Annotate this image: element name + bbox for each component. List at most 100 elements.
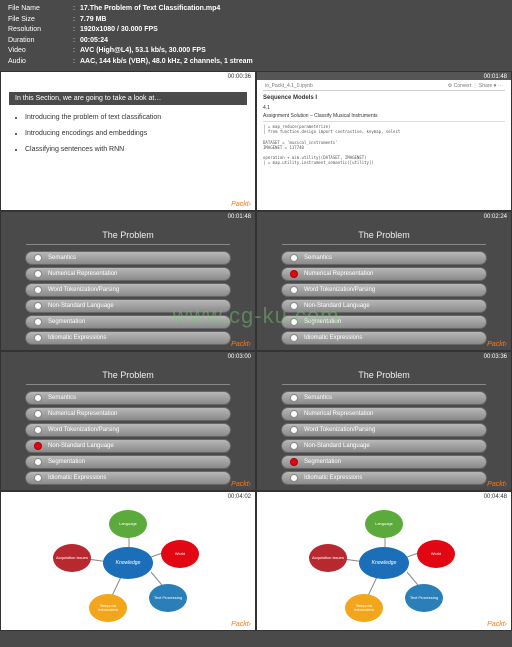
diagram-node: Temporal Information: [89, 594, 127, 622]
pill-label: Non-Standard Language: [48, 443, 114, 449]
pill-item: Numerical Representation: [25, 407, 231, 421]
pill-item: Word Tokenization/Parsing: [281, 423, 487, 437]
pill-item: Semantics: [281, 251, 487, 265]
pill-label: Word Tokenization/Parsing: [48, 287, 119, 293]
publisher-logo: Packt›: [487, 621, 507, 628]
diagram-node: Acquisition Issues: [309, 544, 347, 572]
pill-label: Word Tokenization/Parsing: [304, 427, 375, 433]
code-cell: | = map_reduce(parameterize) | from func…: [263, 124, 505, 166]
timestamp: 00:00:36: [228, 74, 251, 80]
pill-label: Idiomatic Expressions: [48, 475, 106, 481]
media-info-header: File Name:17.The Problem of Text Classif…: [0, 0, 512, 71]
timestamp: 00:02:24: [484, 214, 507, 220]
pill-label: Semantics: [48, 255, 76, 261]
pill-item: Non-Standard Language: [25, 439, 231, 453]
pill-label: Segmentation: [304, 459, 341, 465]
info-value: 00:05:24: [80, 36, 108, 47]
pill-item: Idiomatic Expressions: [281, 331, 487, 345]
pill-item: Non-Standard Language: [281, 299, 487, 313]
pill-label: Semantics: [304, 395, 332, 401]
pill-label: Numerical Representation: [304, 411, 373, 417]
pill-dot-icon: [34, 442, 42, 450]
pill-label: Idiomatic Expressions: [48, 335, 106, 341]
pill-label: Segmentation: [48, 459, 85, 465]
info-value: AAC, 144 kb/s (VBR), 48.0 kHz, 2 channel…: [80, 57, 253, 68]
info-label: Video: [8, 46, 68, 57]
bullet-list: Introducing the problem of text classifi…: [1, 111, 255, 157]
pill-dot-icon: [290, 318, 298, 326]
publisher-logo: Packt›: [487, 341, 507, 348]
pill-item: Segmentation: [25, 455, 231, 469]
info-value: 1920x1080 / 30.000 FPS: [80, 25, 158, 36]
publisher-logo: Packt›: [487, 481, 507, 488]
timestamp: 00:04:48: [484, 494, 507, 500]
slide-title: The Problem: [271, 230, 497, 240]
pill-item: Semantics: [25, 391, 231, 405]
pill-dot-icon: [34, 458, 42, 466]
pill-dot-icon: [34, 254, 42, 262]
bullet-item: Classifying sentences with RNN: [25, 143, 255, 157]
pill-dot-icon: [34, 318, 42, 326]
pill-item: Word Tokenization/Parsing: [281, 283, 487, 297]
timestamp: 00:04:02: [228, 494, 251, 500]
publisher-logo: Packt›: [231, 341, 251, 348]
pill-dot-icon: [34, 286, 42, 294]
thumbnail-6[interactable]: 00:03:36 The Problem SemanticsNumerical …: [256, 351, 512, 491]
pill-label: Idiomatic Expressions: [304, 475, 362, 481]
timestamp: 00:01:48: [228, 214, 251, 220]
bullet-item: Introducing encodings and embeddings: [25, 127, 255, 141]
pill-dot-icon: [290, 302, 298, 310]
pill-label: Semantics: [48, 395, 76, 401]
pill-dot-icon: [290, 442, 298, 450]
info-value: 17.The Problem of Text Classification.mp…: [80, 4, 220, 15]
thumbnail-4[interactable]: 00:02:24 The Problem Semantics Numerical …: [256, 211, 512, 351]
pill-item: Segmentation: [281, 315, 487, 329]
pill-item: Word Tokenization/Parsing: [25, 423, 231, 437]
pill-dot-icon: [290, 474, 298, 482]
diagram-node: Text Processing: [405, 584, 443, 612]
pill-label: Non-Standard Language: [48, 303, 114, 309]
diagram-node: World: [417, 540, 455, 568]
pill-dot-icon: [34, 334, 42, 342]
pill-dot-icon: [290, 458, 298, 466]
thumbnail-5[interactable]: 00:03:00 The Problem SemanticsNumerical …: [0, 351, 256, 491]
info-label: Duration: [8, 36, 68, 47]
slide-title: The Problem: [15, 370, 241, 380]
thumbnail-grid: 00:00:36 In this Section, we are going t…: [0, 71, 512, 631]
pill-label: Numerical Representation: [48, 271, 117, 277]
pill-dot-icon: [34, 270, 42, 278]
pill-item: Segmentation: [25, 315, 231, 329]
bullet-item: Introducing the problem of text classifi…: [25, 111, 255, 125]
diagram-node: Temporal Information: [345, 594, 383, 622]
pill-item: Non-Standard Language: [281, 439, 487, 453]
diagram-node: Acquisition Issues: [53, 544, 91, 572]
pill-label: Word Tokenization/Parsing: [48, 427, 119, 433]
notebook-subtitle: Assignment Solution – Classify Musical I…: [263, 113, 505, 119]
pill-dot-icon: [290, 254, 298, 262]
slide-title: The Problem: [271, 370, 497, 380]
center-node: Knowledge: [359, 547, 409, 579]
thumbnail-3[interactable]: 00:01:48 The Problem Semantics Numerical …: [0, 211, 256, 351]
thumbnail-2[interactable]: 00:01:48 io_Packt_4.1_0.ipynb⚙ Convert ⋮…: [256, 71, 512, 211]
pill-item: Semantics: [281, 391, 487, 405]
pill-label: Numerical Representation: [304, 271, 373, 277]
pill-dot-icon: [290, 426, 298, 434]
info-label: Audio: [8, 57, 68, 68]
pill-dot-icon: [34, 426, 42, 434]
pill-label: Non-Standard Language: [304, 443, 370, 449]
slide-title: The Problem: [15, 230, 241, 240]
notebook-section: 4.1: [263, 105, 505, 111]
pill-item: Idiomatic Expressions: [25, 471, 231, 485]
thumbnail-8[interactable]: 00:04:48 Knowledge LanguageWorldText Pro…: [256, 491, 512, 631]
pill-item: Non-Standard Language: [25, 299, 231, 313]
thumbnail-7[interactable]: 00:04:02 Knowledge LanguageWorldText Pro…: [0, 491, 256, 631]
pill-dot-icon: [34, 474, 42, 482]
section-heading-bar: In this Section, we are going to take a …: [9, 92, 247, 105]
pill-dot-icon: [290, 286, 298, 294]
knowledge-diagram: Knowledge LanguageWorldText ProcessingTe…: [1, 492, 255, 630]
pill-dot-icon: [290, 410, 298, 418]
pill-item: Segmentation: [281, 455, 487, 469]
pill-label: Idiomatic Expressions: [304, 335, 362, 341]
thumbnail-1[interactable]: 00:00:36 In this Section, we are going t…: [0, 71, 256, 211]
pill-label: Segmentation: [48, 319, 85, 325]
